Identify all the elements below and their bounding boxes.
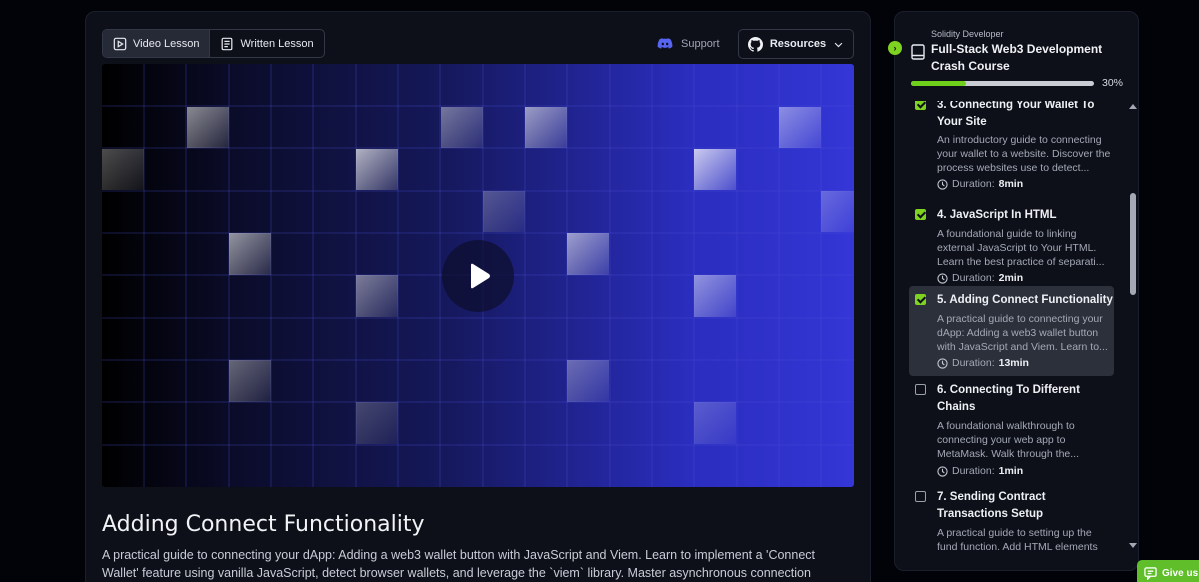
- clock-icon: [937, 272, 948, 284]
- clock-icon: [937, 465, 948, 477]
- lesson-checkbox[interactable]: [915, 294, 926, 305]
- discord-icon: [657, 38, 673, 49]
- lesson-item-description: A practical guide to connecting your dAp…: [937, 313, 1108, 353]
- lesson-checkbox[interactable]: [915, 491, 926, 502]
- clock-icon: [937, 178, 948, 190]
- lesson-item-4[interactable]: 4. JavaScript In HTML A foundational gui…: [909, 205, 1114, 287]
- tab-video-lesson[interactable]: Video Lesson: [103, 30, 210, 57]
- lesson-checkbox[interactable]: [915, 209, 926, 220]
- course-header: Solidity Developer Full-Stack Web3 Devel…: [895, 12, 1138, 102]
- book-icon: [911, 44, 925, 60]
- duration-value: 13min: [998, 357, 1029, 369]
- lesson-checkbox[interactable]: [915, 384, 926, 395]
- clock-icon: [937, 357, 948, 369]
- duration-label: Duration:: [952, 178, 995, 190]
- scroll-up-arrow-icon[interactable]: [1129, 104, 1137, 109]
- lesson-list-scrollbar[interactable]: [1128, 101, 1138, 551]
- tab-written-lesson[interactable]: Written Lesson: [209, 30, 323, 57]
- chevron-down-icon: [834, 42, 843, 47]
- chevron-right-icon: ›: [893, 43, 897, 53]
- lesson-item-title: 5. Adding Connect Functionality: [937, 294, 1113, 306]
- video-icon: [113, 37, 127, 50]
- resources-label: Resources: [769, 38, 827, 50]
- tab-video-lesson-label: Video Lesson: [133, 37, 200, 50]
- lesson-item-duration: Duration: 1min: [937, 465, 1023, 477]
- lesson-item-3[interactable]: 3. Connecting Your Wallet To Your Site A…: [909, 101, 1114, 198]
- lesson-item-description: An introductory guide to connecting your…: [937, 134, 1111, 174]
- duration-value: 2min: [998, 272, 1024, 284]
- lesson-item-5[interactable]: 5. Adding Connect Functionality A practi…: [909, 286, 1114, 376]
- course-subtitle: Solidity Developer: [931, 29, 1004, 39]
- lesson-item-description: A foundational walkthrough to connecting…: [937, 420, 1080, 460]
- video-player[interactable]: [102, 64, 854, 487]
- lesson-item-duration: Duration: 8min: [937, 178, 1023, 190]
- lesson-description: A practical guide to connecting your dAp…: [102, 548, 816, 580]
- scrollbar-thumb[interactable]: [1130, 193, 1136, 295]
- collapse-sidebar-toggle[interactable]: ›: [888, 41, 902, 55]
- document-icon: [222, 37, 233, 50]
- course-progress-bar: [911, 81, 1094, 86]
- lesson-item-duration: Duration: 2min: [937, 272, 1023, 284]
- feedback-button[interactable]: Give us f: [1137, 560, 1199, 582]
- play-icon: [471, 263, 490, 289]
- tab-written-lesson-label: Written Lesson: [240, 37, 314, 50]
- lesson-item-title: 7. Sending Contract Transactions Setup: [937, 491, 1046, 520]
- course-sidebar: Solidity Developer Full-Stack Web3 Devel…: [894, 11, 1139, 571]
- lesson-checkbox[interactable]: [915, 101, 926, 110]
- lesson-item-title: 4. JavaScript In HTML: [937, 209, 1057, 221]
- feedback-label: Give us f: [1162, 567, 1199, 579]
- lesson-item-description: A practical guide to setting up the fund…: [937, 527, 1098, 553]
- lesson-list: 3. Connecting Your Wallet To Your Site A…: [895, 101, 1130, 556]
- chat-icon: [1144, 566, 1157, 580]
- duration-value: 8min: [998, 178, 1024, 190]
- scroll-down-arrow-icon[interactable]: [1129, 543, 1137, 548]
- lesson-item-title: 6. Connecting To Different Chains: [937, 384, 1080, 413]
- duration-label: Duration:: [952, 357, 995, 369]
- course-progress-label: 30%: [1102, 77, 1124, 89]
- support-label: Support: [681, 38, 720, 50]
- lesson-item-title: 3. Connecting Your Wallet To Your Site: [937, 101, 1095, 128]
- lesson-item-6[interactable]: 6. Connecting To Different Chains A foun…: [909, 381, 1114, 481]
- course-progress-fill: [911, 81, 966, 86]
- course-title: Full-Stack Web3 Development Crash Course: [931, 42, 1103, 73]
- duration-value: 1min: [998, 465, 1024, 477]
- support-link[interactable]: Support: [657, 36, 720, 52]
- github-icon: [747, 36, 763, 52]
- resources-dropdown[interactable]: Resources: [738, 29, 854, 59]
- lesson-panel: Video Lesson Written Lesson Support Reso…: [85, 11, 871, 582]
- duration-label: Duration:: [952, 465, 995, 477]
- lesson-title: Adding Connect Functionality: [102, 512, 425, 537]
- lesson-mode-tabs: Video Lesson Written Lesson: [102, 29, 325, 58]
- lesson-item-description: A foundational guide to linking external…: [937, 228, 1105, 268]
- play-button[interactable]: [442, 240, 514, 312]
- lesson-item-duration: Duration: 13min: [937, 357, 1029, 369]
- lesson-item-7[interactable]: 7. Sending Contract Transactions Setup A…: [909, 488, 1114, 556]
- duration-label: Duration:: [952, 272, 995, 284]
